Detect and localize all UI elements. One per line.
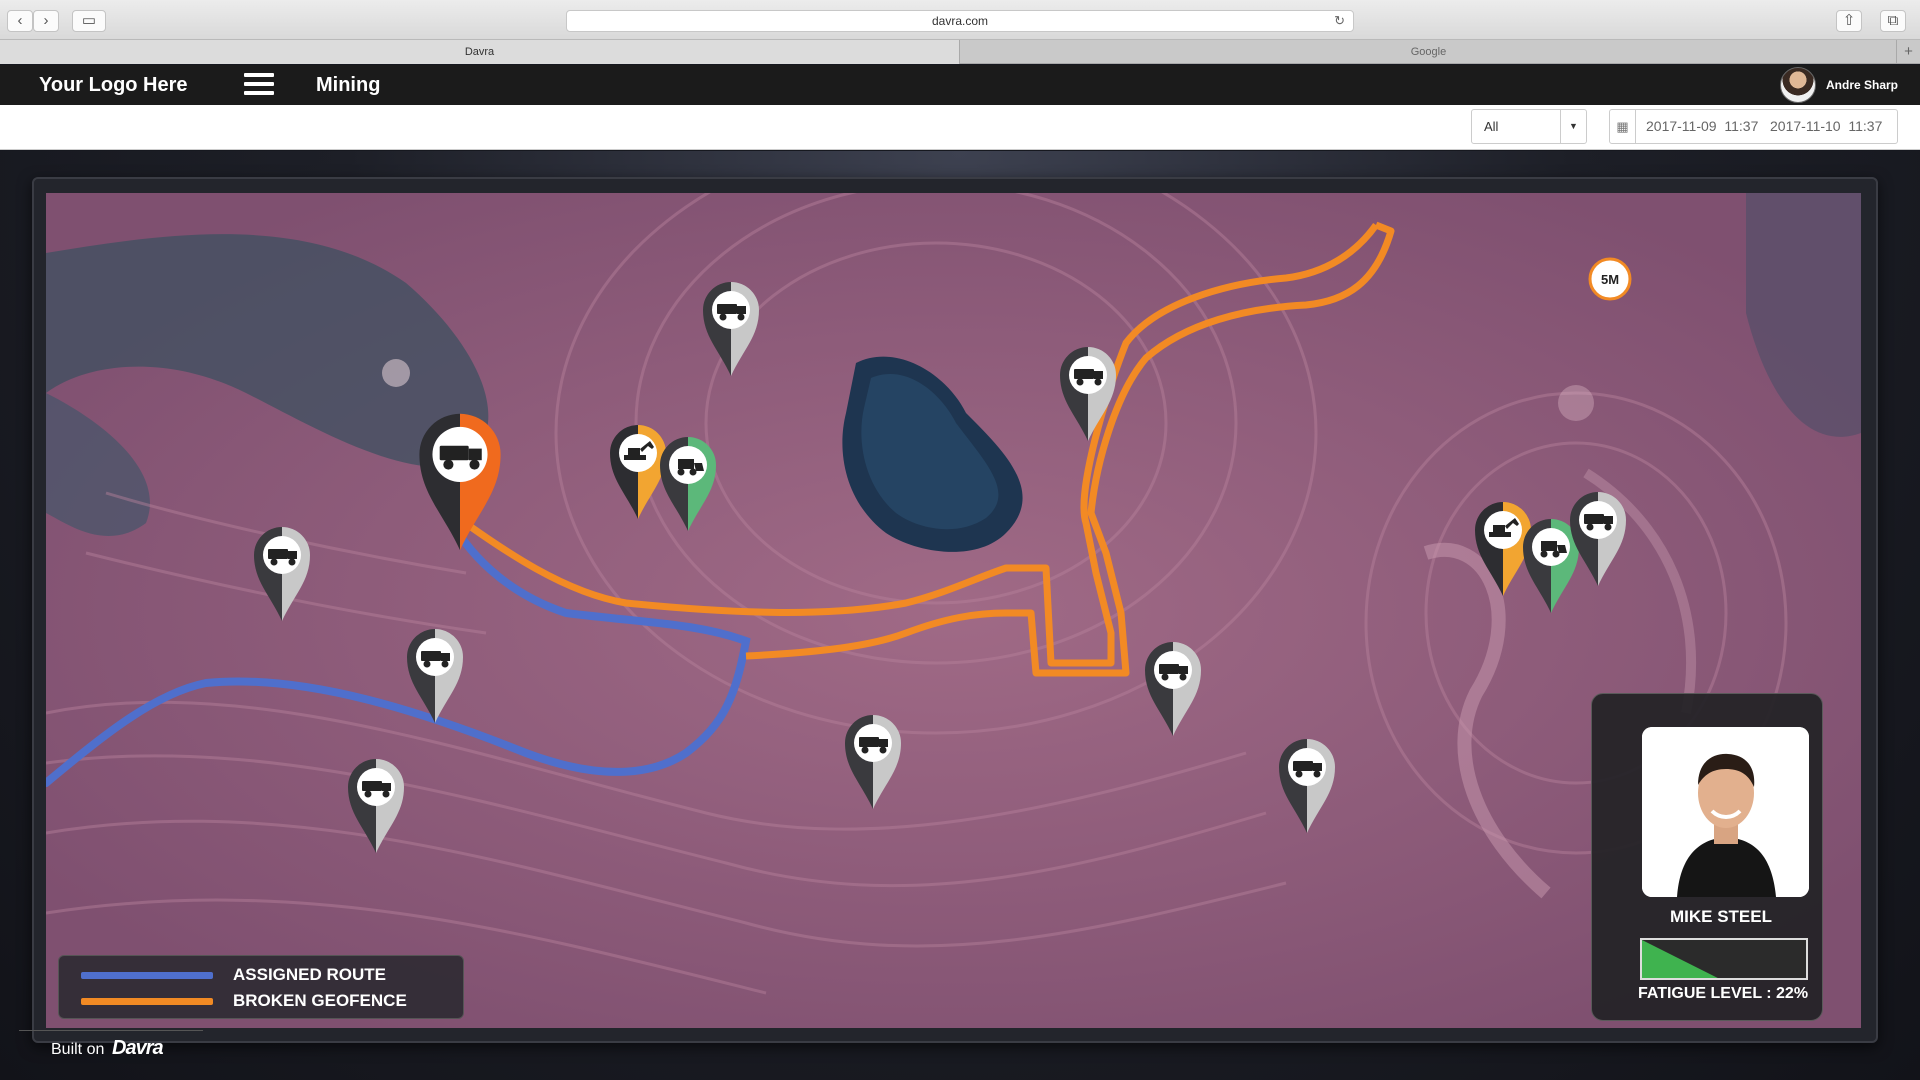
back-icon[interactable]: ‹ — [7, 10, 33, 32]
speed-limit-sign[interactable]: 5M — [1588, 257, 1632, 301]
app-header: Your Logo Here Mining Andre Sharp — [0, 65, 1920, 105]
fatigue-level-label: FATIGUE LEVEL : 22% — [1637, 985, 1809, 1002]
mine-map[interactable]: 5M ASSIGNED ROUTE BROKEN GEOFENCE MIKE S… — [46, 193, 1861, 1028]
date-range-picker[interactable]: ▦ 2017-11-09 11:37 2017-11-10 11:37 — [1609, 109, 1898, 144]
driver-photo — [1642, 727, 1809, 897]
url-text: davra.com — [931, 14, 989, 28]
dump-truck-marker[interactable] — [1277, 735, 1337, 835]
new-tab-icon[interactable]: + — [1896, 40, 1920, 64]
footer: Built on Davra — [19, 1030, 203, 1070]
driver-card[interactable]: MIKE STEEL FATIGUE LEVEL : 22% — [1591, 693, 1823, 1021]
dump-truck-marker[interactable] — [843, 711, 903, 811]
page-title: Mining — [316, 74, 381, 96]
dump-truck-marker[interactable] — [1058, 343, 1118, 443]
dump-truck-marker[interactable] — [701, 278, 761, 378]
loader-ok-marker[interactable] — [658, 433, 718, 533]
fatigue-level-fill — [1642, 940, 1718, 978]
date-range-value: 2017-11-09 11:37 2017-11-10 11:37 — [1646, 118, 1883, 134]
user-name[interactable]: Andre Sharp — [1826, 78, 1898, 92]
browser-tabs: Davra Google + — [0, 40, 1920, 64]
chevron-down-icon[interactable]: ▼ — [1560, 110, 1586, 143]
browser-toolbar: ‹ › ▭ davra.com ↻ ⇧ ⧉ — [0, 0, 1920, 40]
selected-dump-truck-marker[interactable] — [415, 408, 505, 553]
calendar-icon[interactable]: ▦ — [1610, 110, 1636, 143]
legend-swatch — [81, 998, 213, 1005]
dump-truck-marker[interactable] — [1568, 488, 1628, 588]
reload-icon[interactable]: ↻ — [1334, 11, 1345, 31]
new-window-icon[interactable]: ⧉ — [1880, 10, 1906, 32]
built-on-text: Built on — [51, 1041, 105, 1058]
dump-truck-marker[interactable] — [252, 523, 312, 623]
tab-davra[interactable]: Davra — [0, 40, 960, 64]
dump-truck-marker[interactable] — [405, 625, 465, 725]
davra-brand-logo[interactable]: Davra — [112, 1037, 164, 1060]
forward-icon[interactable]: › — [33, 10, 59, 32]
driver-name: MIKE STEEL — [1669, 907, 1772, 926]
tab-google[interactable]: Google — [961, 40, 1896, 64]
driver-portrait-icon — [1642, 727, 1809, 897]
legend-label: BROKEN GEOFENCE — [233, 991, 407, 1010]
satellite-terrain — [46, 193, 1861, 1028]
legend-swatch — [81, 972, 213, 979]
address-bar[interactable]: davra.com ↻ — [566, 10, 1354, 32]
sidebar-toggle-icon[interactable]: ▭ — [72, 10, 106, 32]
legend-label: ASSIGNED ROUTE — [233, 965, 387, 984]
dump-truck-marker[interactable] — [1143, 638, 1203, 738]
fatigue-level-bar — [1640, 938, 1808, 980]
asset-filter-select[interactable]: All ▼ — [1471, 109, 1587, 144]
avatar[interactable] — [1780, 67, 1816, 103]
speed-limit-text: 5M — [1601, 272, 1619, 287]
map-legend: ASSIGNED ROUTE BROKEN GEOFENCE — [58, 955, 464, 1019]
asset-filter-value: All — [1484, 119, 1499, 134]
share-icon[interactable]: ⇧ — [1836, 10, 1862, 32]
logo[interactable]: Your Logo Here — [39, 74, 188, 97]
filter-bar: All ▼ ▦ 2017-11-09 11:37 2017-11-10 11:3… — [0, 105, 1920, 150]
dump-truck-marker[interactable] — [346, 755, 406, 855]
menu-icon[interactable] — [244, 73, 274, 97]
